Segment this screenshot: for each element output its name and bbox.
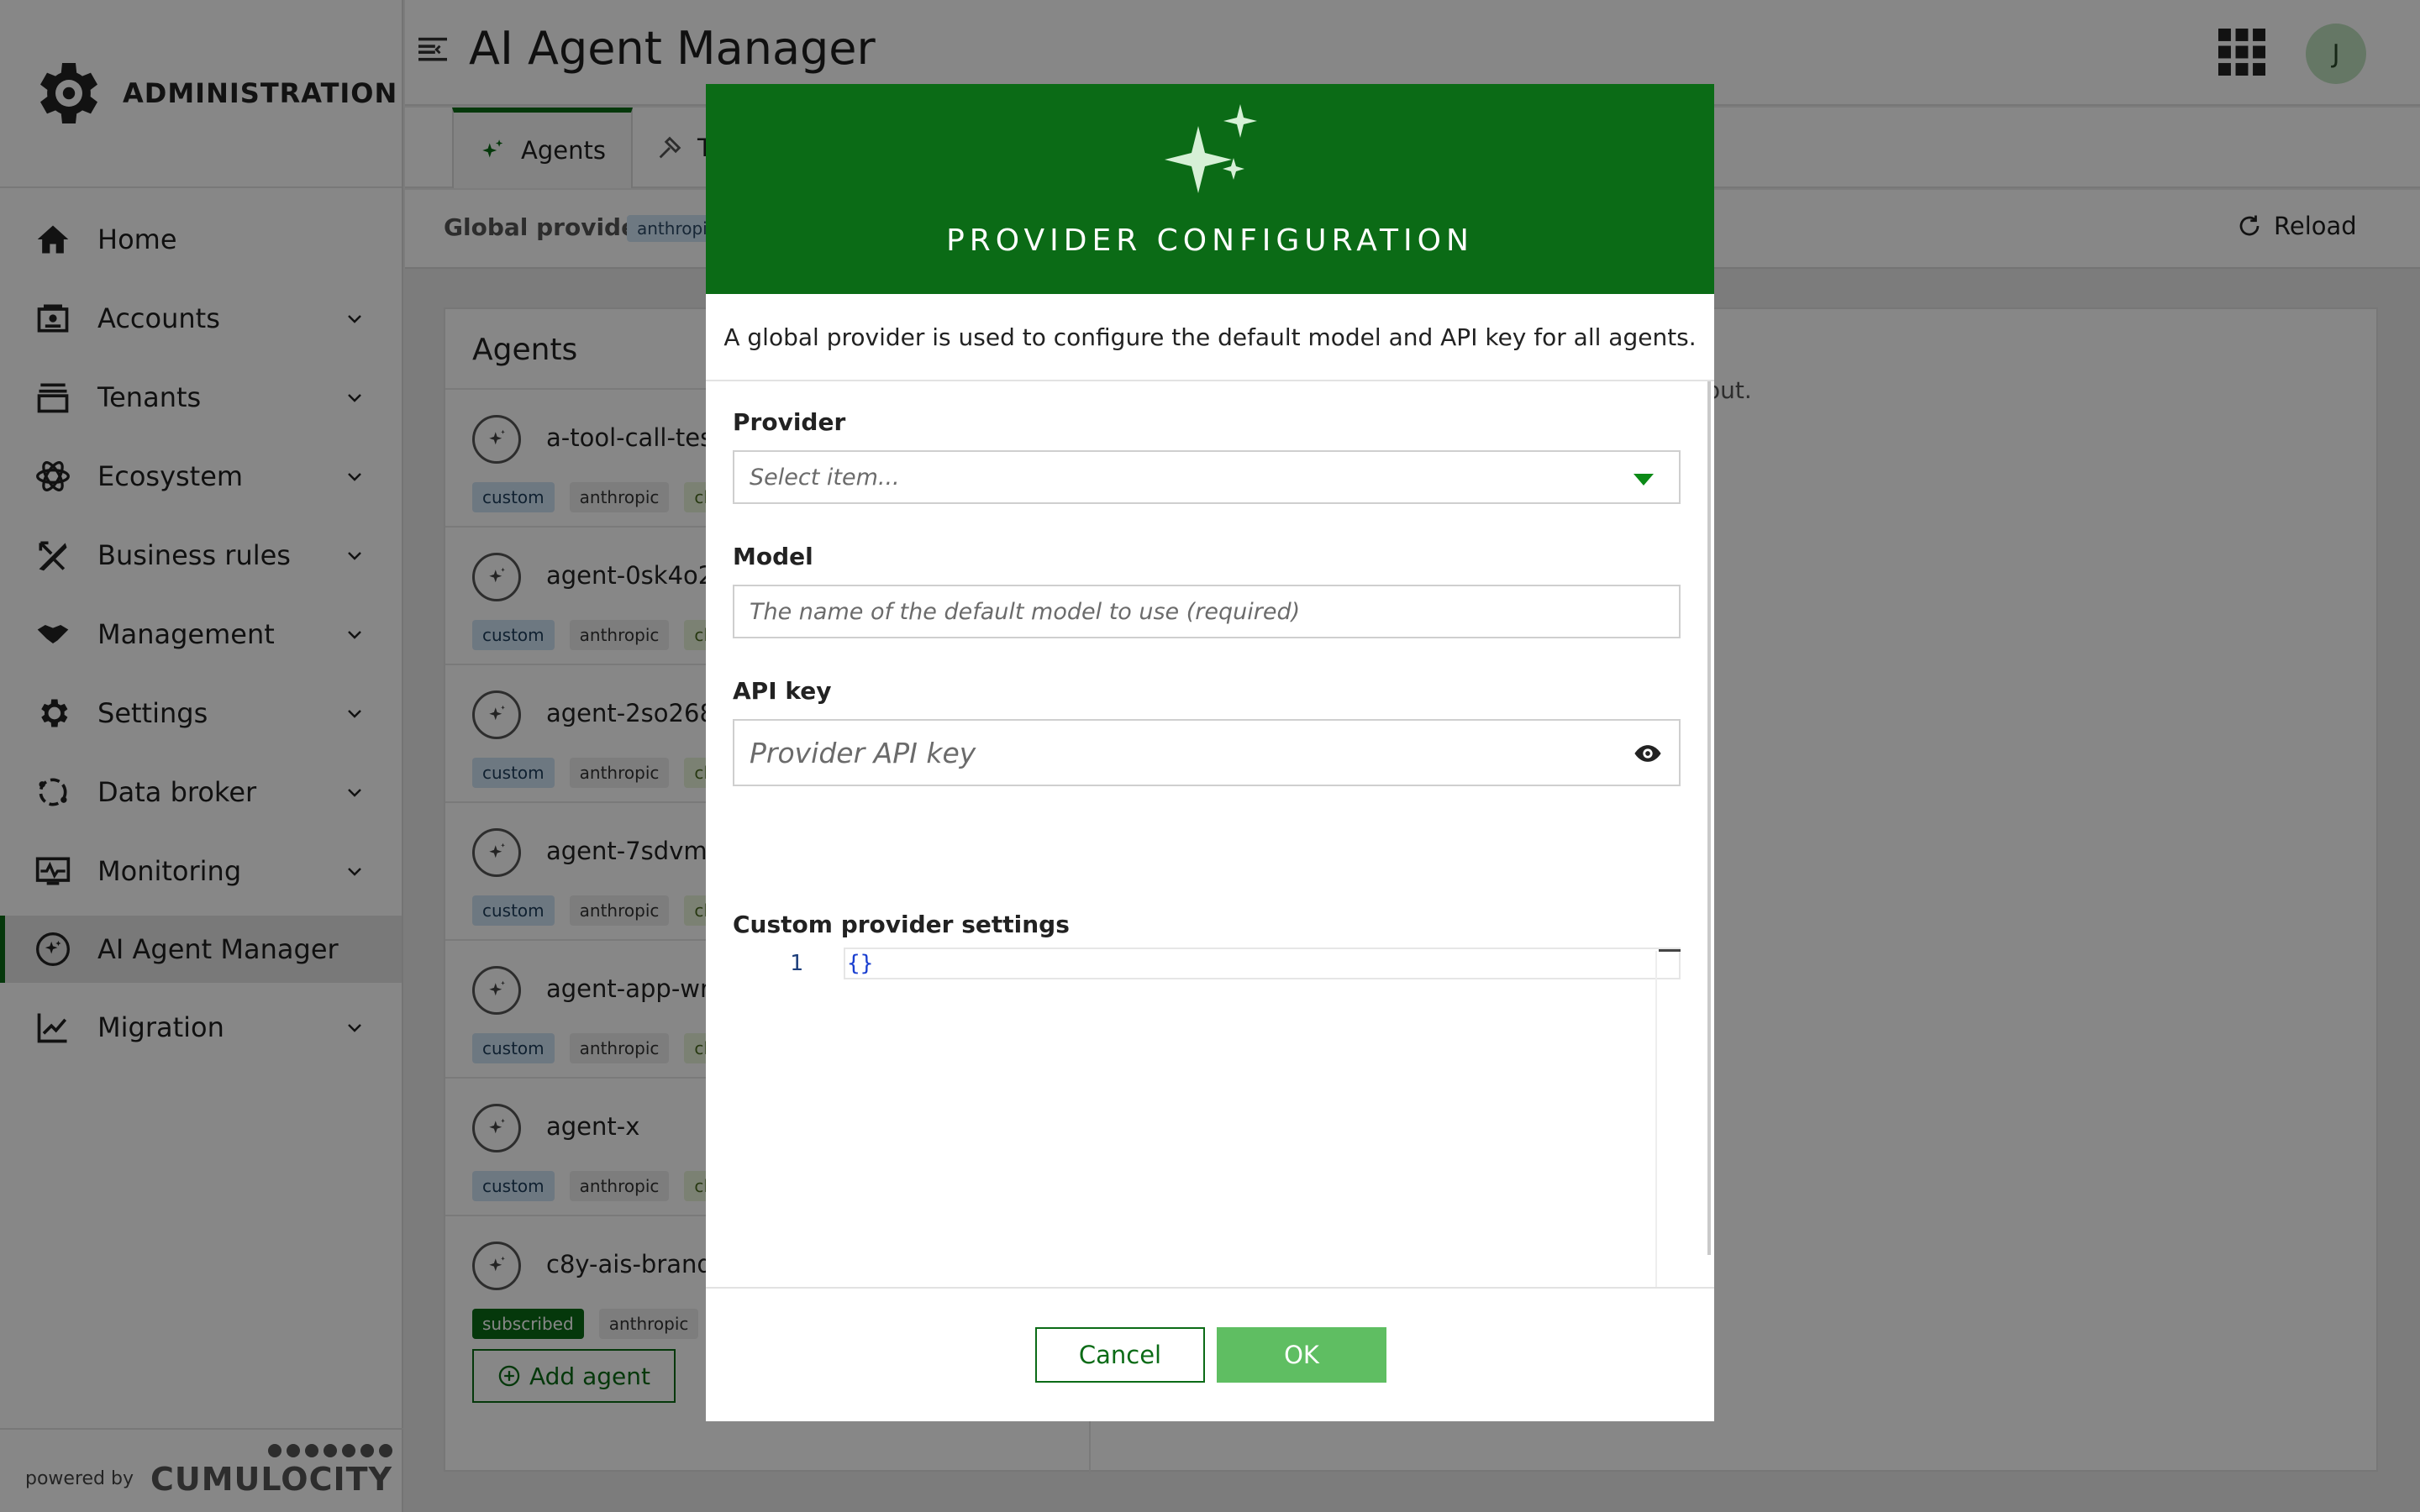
editor-code[interactable]: {} — [847, 951, 873, 976]
provider-config-dialog: PROVIDER CONFIGURATION A global provider… — [706, 84, 1714, 1421]
chevron-down-icon — [1634, 474, 1654, 486]
api-key-label: API key — [733, 677, 832, 705]
api-key-placeholder: Provider API key — [750, 736, 976, 769]
model-label: Model — [733, 543, 813, 570]
provider-placeholder: Select item... — [750, 464, 900, 491]
active-line-highlight — [844, 948, 1681, 979]
cancel-button[interactable]: Cancel — [1035, 1327, 1205, 1383]
eye-icon[interactable] — [1632, 739, 1664, 768]
provider-label: Provider — [733, 408, 846, 436]
sparkle-icon — [1165, 104, 1257, 193]
dialog-header: PROVIDER CONFIGURATION — [706, 84, 1714, 294]
line-number: 1 — [790, 951, 803, 976]
provider-select[interactable]: Select item... — [733, 450, 1681, 504]
model-input[interactable]: The name of the default model to use (re… — [733, 585, 1681, 638]
dialog-description: A global provider is used to configure t… — [706, 294, 1714, 381]
ok-button[interactable]: OK — [1217, 1327, 1386, 1383]
api-key-input[interactable]: Provider API key — [733, 719, 1681, 786]
dialog-footer: Cancel OK — [706, 1287, 1714, 1421]
dialog-body: Provider Select item... Model The name o… — [706, 381, 1714, 1287]
json-editor[interactable]: 1 {} — [733, 948, 1681, 1287]
editor-scrollbar[interactable] — [1655, 949, 1681, 1287]
custom-settings-label: Custom provider settings — [733, 911, 1070, 938]
dialog-scrollbar[interactable] — [1707, 381, 1711, 1255]
model-placeholder: The name of the default model to use (re… — [750, 598, 1301, 625]
dialog-title: PROVIDER CONFIGURATION — [946, 223, 1474, 258]
